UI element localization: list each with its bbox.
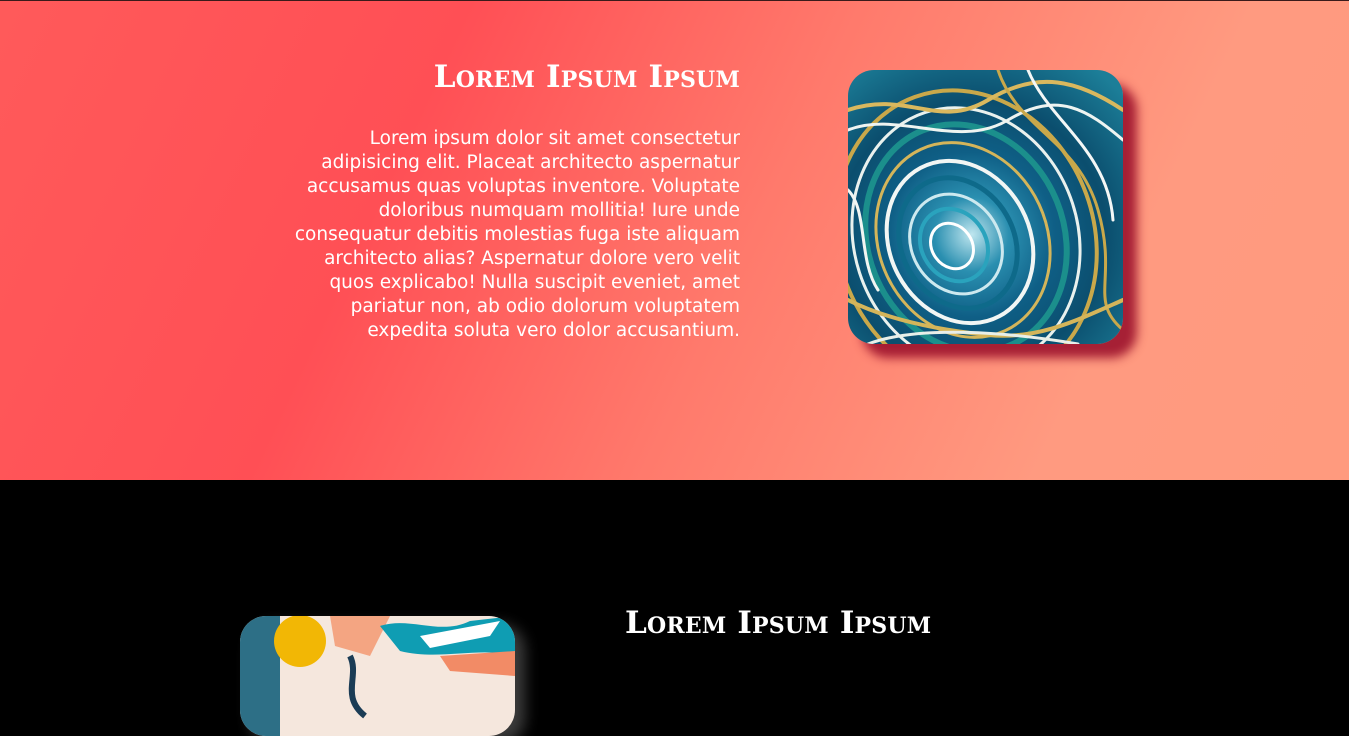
section-heading: Lorem Ipsum Ipsum: [433, 59, 740, 95]
marble-artwork-image: [848, 70, 1123, 344]
section-paragraph: Lorem ipsum dolor sit amet consectetur a…: [294, 128, 740, 341]
paint-artwork-image: [240, 616, 515, 736]
feature-section-1: Lorem Ipsum Ipsum Lorem ipsum dolor sit …: [0, 0, 1349, 480]
paint-splash-graphic: [240, 616, 515, 736]
section-heading-2: Lorem Ipsum Ipsum: [625, 605, 932, 641]
marble-swirl-graphic: [848, 70, 1123, 344]
